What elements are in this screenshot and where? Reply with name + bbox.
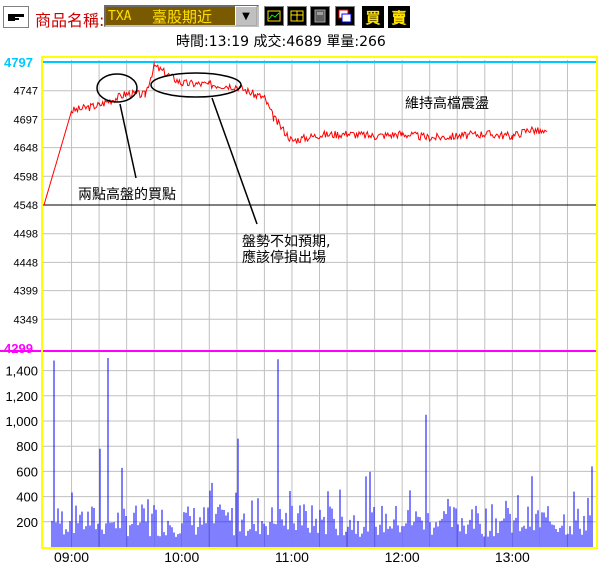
volume-value: 266: [359, 34, 386, 50]
product-label: 商品名稱:: [35, 11, 105, 30]
volume-tick-label: 600: [16, 464, 38, 479]
volume-tick-label: 400: [16, 490, 38, 505]
price-tick-label-high: 4797: [4, 55, 33, 70]
volume-tick-label: 1,200: [5, 389, 38, 404]
annotation-keep-high: 維持高檔震盪: [405, 95, 489, 112]
time-tick-label: 11:00: [275, 549, 309, 564]
annotation-weak-line1: 盤勢不如預期,: [242, 234, 330, 250]
product-code: TXA: [108, 8, 132, 24]
price-tick-label: 4399: [14, 286, 38, 298]
price-tick-label: 4747: [14, 86, 38, 98]
annotation-weak-line2: 應該停損出場: [242, 249, 326, 266]
volume-label: 單量:: [326, 34, 360, 50]
trade-value: 4689: [286, 34, 322, 50]
price-tick-label: 4648: [14, 143, 38, 155]
annotation-buy-point: 兩點高盤的買點: [78, 186, 176, 203]
chart-icon: [267, 10, 281, 22]
chart-tool-button[interactable]: [264, 6, 284, 26]
pointing-hand-icon: [8, 14, 24, 21]
weak-trend-circle: [150, 72, 242, 98]
sell-button[interactable]: 賣: [388, 6, 410, 28]
table-tool-button[interactable]: [287, 6, 307, 26]
table-icon: [290, 10, 304, 22]
price-tick-label: 4448: [14, 257, 38, 269]
status-bar: 時間:13:19 成交:4689 單量:266: [176, 31, 386, 51]
price-tick-label: 4548: [14, 200, 38, 212]
chart-area: 4797 4747 4697 4648 4598 4548 4498 4448 4399 4349…: [0, 54, 598, 564]
window-tool-button[interactable]: [335, 6, 355, 26]
time-value: 13:19: [208, 34, 250, 50]
time-tick-label: 10:00: [164, 549, 199, 564]
buy-point-pointer: [119, 103, 137, 179]
price-tick-label: 4697: [14, 114, 38, 126]
price-line: [43, 62, 548, 206]
volume-tick-label: 1,400: [5, 364, 38, 379]
calculator-icon: [314, 9, 326, 23]
product-select[interactable]: TXA 臺股期近 ▼: [104, 5, 259, 27]
buy-point-circle: [96, 73, 138, 103]
price-tick-label: 4349: [14, 314, 38, 326]
dropdown-arrow-icon[interactable]: ▼: [235, 6, 257, 26]
back-button[interactable]: [3, 6, 29, 28]
volume-tick-label: 800: [16, 439, 38, 454]
calculator-button[interactable]: [310, 6, 330, 26]
time-label: 時間:: [176, 34, 209, 50]
trade-label: 成交:: [253, 34, 287, 50]
price-tick-label-low: 4299: [4, 341, 33, 356]
time-tick-label: 12:00: [385, 549, 420, 564]
toolbar: 商品名稱: TXA 臺股期近 ▼ 買 賣: [0, 0, 602, 30]
volume-tick-label: 200: [16, 515, 38, 530]
buy-button[interactable]: 買: [362, 6, 384, 28]
time-tick-label: 09:00: [54, 549, 89, 564]
time-tick-label: 13:00: [495, 549, 530, 564]
price-tick-label: 4598: [14, 171, 38, 183]
product-name: 臺股期近: [152, 7, 213, 26]
windows-icon: [338, 9, 352, 23]
price-tick-label: 4498: [14, 229, 38, 241]
volume-tick-label: 1,000: [5, 414, 38, 429]
